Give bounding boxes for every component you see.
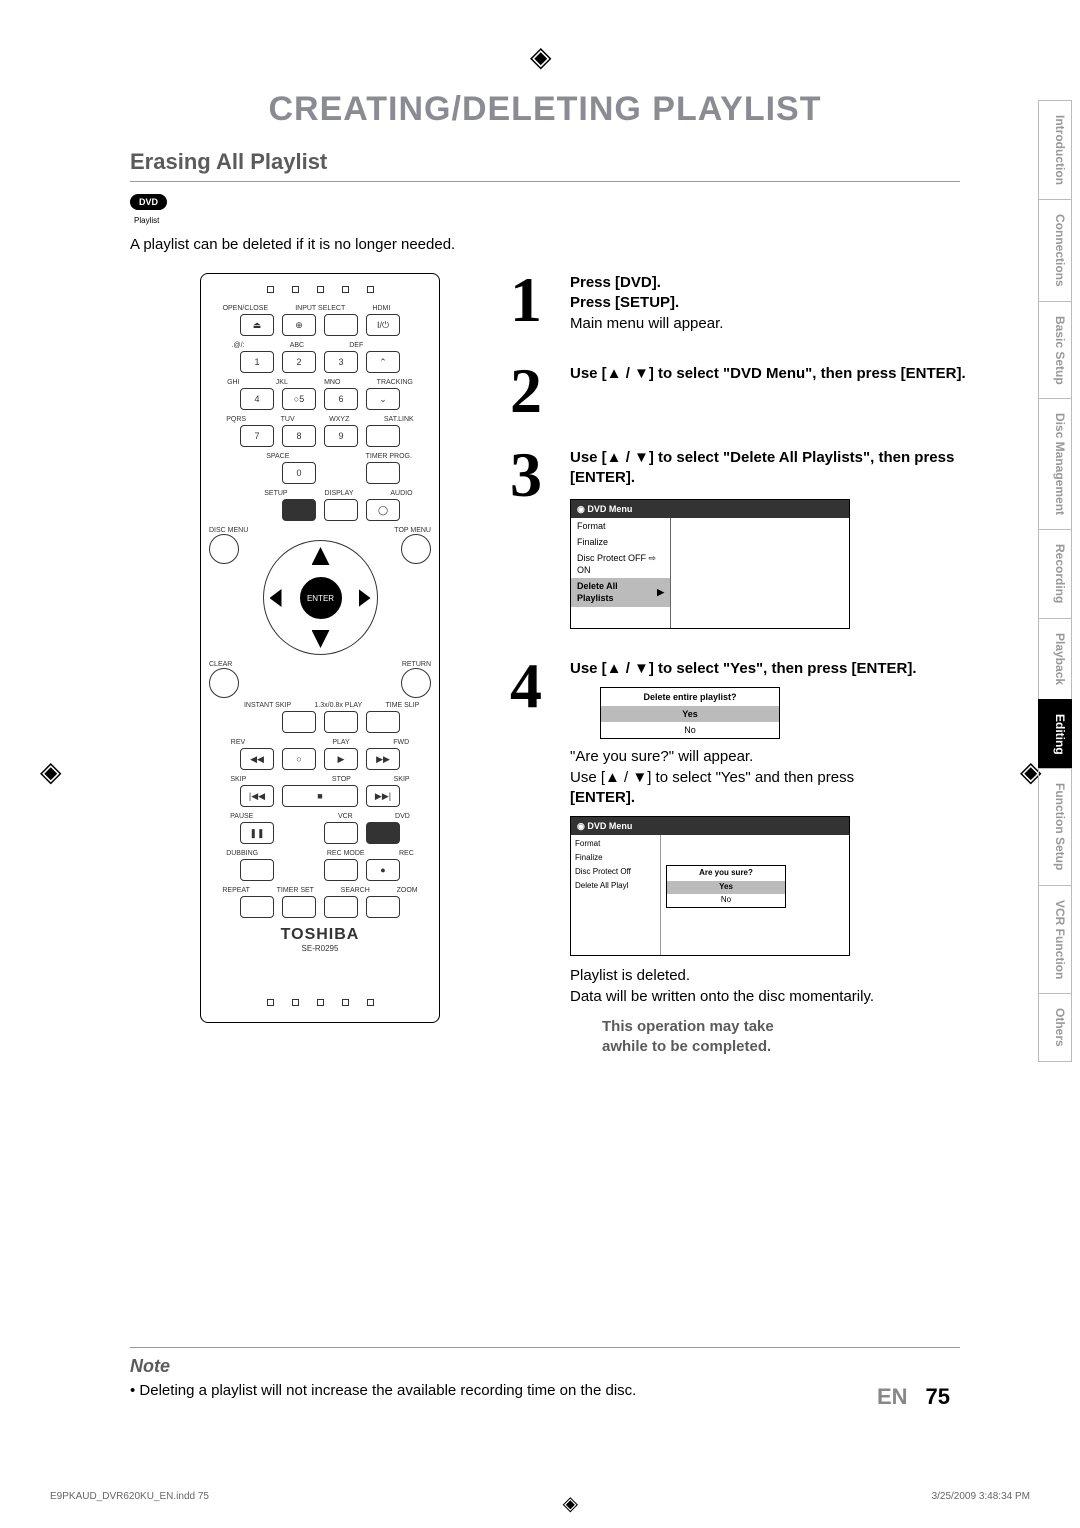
note-section: Note Deleting a playlist will not increa… — [130, 1347, 960, 1401]
tab-editing: Editing — [1038, 699, 1072, 769]
tab-recording: Recording — [1038, 529, 1072, 617]
step-3: 3 Use [▲ / ▼] to select "Delete All Play… — [510, 448, 970, 629]
step-3-text: Use [▲ / ▼] to select "Delete All Playli… — [570, 449, 954, 486]
note-title: Note — [130, 1347, 960, 1377]
footer-right: 3/25/2009 3:48:34 PM — [932, 1491, 1030, 1516]
page-title: CREATING/DELETING PLAYLIST — [90, 90, 1000, 129]
print-footer: E9PKAUD_DVR620KU_EN.indd 75 ◈ 3/25/2009 … — [50, 1491, 1030, 1516]
step-number: 2 — [510, 364, 558, 418]
osd-confirm-sure: ◉ DVD Menu Format Finalize Disc Protect … — [570, 816, 850, 956]
step-4-after2: Use [▲ / ▼] to select "Yes" and then pre… — [570, 768, 970, 788]
model-label: SE-R0295 — [302, 944, 339, 953]
note-text: Deleting a playlist will not increase th… — [130, 1381, 960, 1401]
chapter-tabs: IntroductionConnectionsBasic SetupDisc M… — [1038, 100, 1072, 1062]
step-number: 1 — [510, 273, 558, 334]
step-4-after5: Data will be written onto the disc momen… — [570, 987, 970, 1007]
step-1: 1 Press [DVD]. Press [SETUP]. Main menu … — [510, 273, 970, 334]
step-2-text: Use [▲ / ▼] to select "DVD Menu", then p… — [570, 365, 966, 382]
section-subtitle: Erasing All Playlist — [130, 149, 960, 182]
badge-dvd: DVD — [139, 197, 158, 207]
footer-left: E9PKAUD_DVR620KU_EN.indd 75 — [50, 1491, 209, 1516]
tab-basic-setup: Basic Setup — [1038, 301, 1072, 399]
page-content: CREATING/DELETING PLAYLIST Erasing All P… — [90, 60, 1000, 1460]
tab-connections: Connections — [1038, 199, 1072, 301]
page-number: EN75 — [877, 1384, 950, 1410]
confirm-delete-playlist: Delete entire playlist? Yes No — [600, 687, 780, 739]
tab-function-setup: Function Setup — [1038, 768, 1072, 884]
step-number: 4 — [510, 659, 558, 1058]
osd-dvd-menu: ◉ DVD Menu Format Finalize Disc Protect … — [570, 499, 850, 629]
remote-illustration: OPEN/CLOSEINPUT SELECTHDMI ⏏⊕I/⏻ .@/:ABC… — [200, 273, 440, 1023]
footer-crop-icon: ◈ — [563, 1491, 578, 1516]
tab-others: Others — [1038, 993, 1072, 1062]
step-4-text: Use [▲ / ▼] to select "Yes", then press … — [570, 660, 917, 677]
step-1-line2: Press [SETUP]. — [570, 294, 679, 311]
step-4-after1: "Are you sure?" will appear. — [570, 747, 970, 767]
step-4: 4 Use [▲ / ▼] to select "Yes", then pres… — [510, 659, 970, 1058]
tab-disc-management: Disc Management — [1038, 398, 1072, 529]
tab-playback: Playback — [1038, 618, 1072, 699]
step-1-extra: Main menu will appear. — [570, 315, 723, 332]
tab-vcr-function: VCR Function — [1038, 885, 1072, 993]
tab-introduction: Introduction — [1038, 100, 1072, 199]
dpad: ENTER — [263, 540, 378, 655]
setup-button — [282, 499, 316, 521]
crop-mark-left: ◈ — [40, 755, 62, 788]
enter-button: ENTER — [300, 577, 342, 619]
step-4-after4: Playlist is deleted. — [570, 966, 970, 986]
step-2: 2 Use [▲ / ▼] to select "DVD Menu", then… — [510, 364, 970, 418]
brand-label: TOSHIBA — [281, 926, 360, 944]
badge-sub: Playlist — [134, 216, 159, 225]
step-number: 3 — [510, 448, 558, 629]
step-1-line1: Press [DVD]. — [570, 274, 661, 291]
dvd-button — [366, 822, 400, 844]
dvd-mode-badge: DVD Playlist — [130, 192, 1000, 228]
intro-text: A playlist can be deleted if it is no lo… — [130, 236, 1000, 253]
completion-note: This operation may take awhile to be com… — [602, 1017, 970, 1058]
step-4-after3: [ENTER]. — [570, 789, 635, 806]
